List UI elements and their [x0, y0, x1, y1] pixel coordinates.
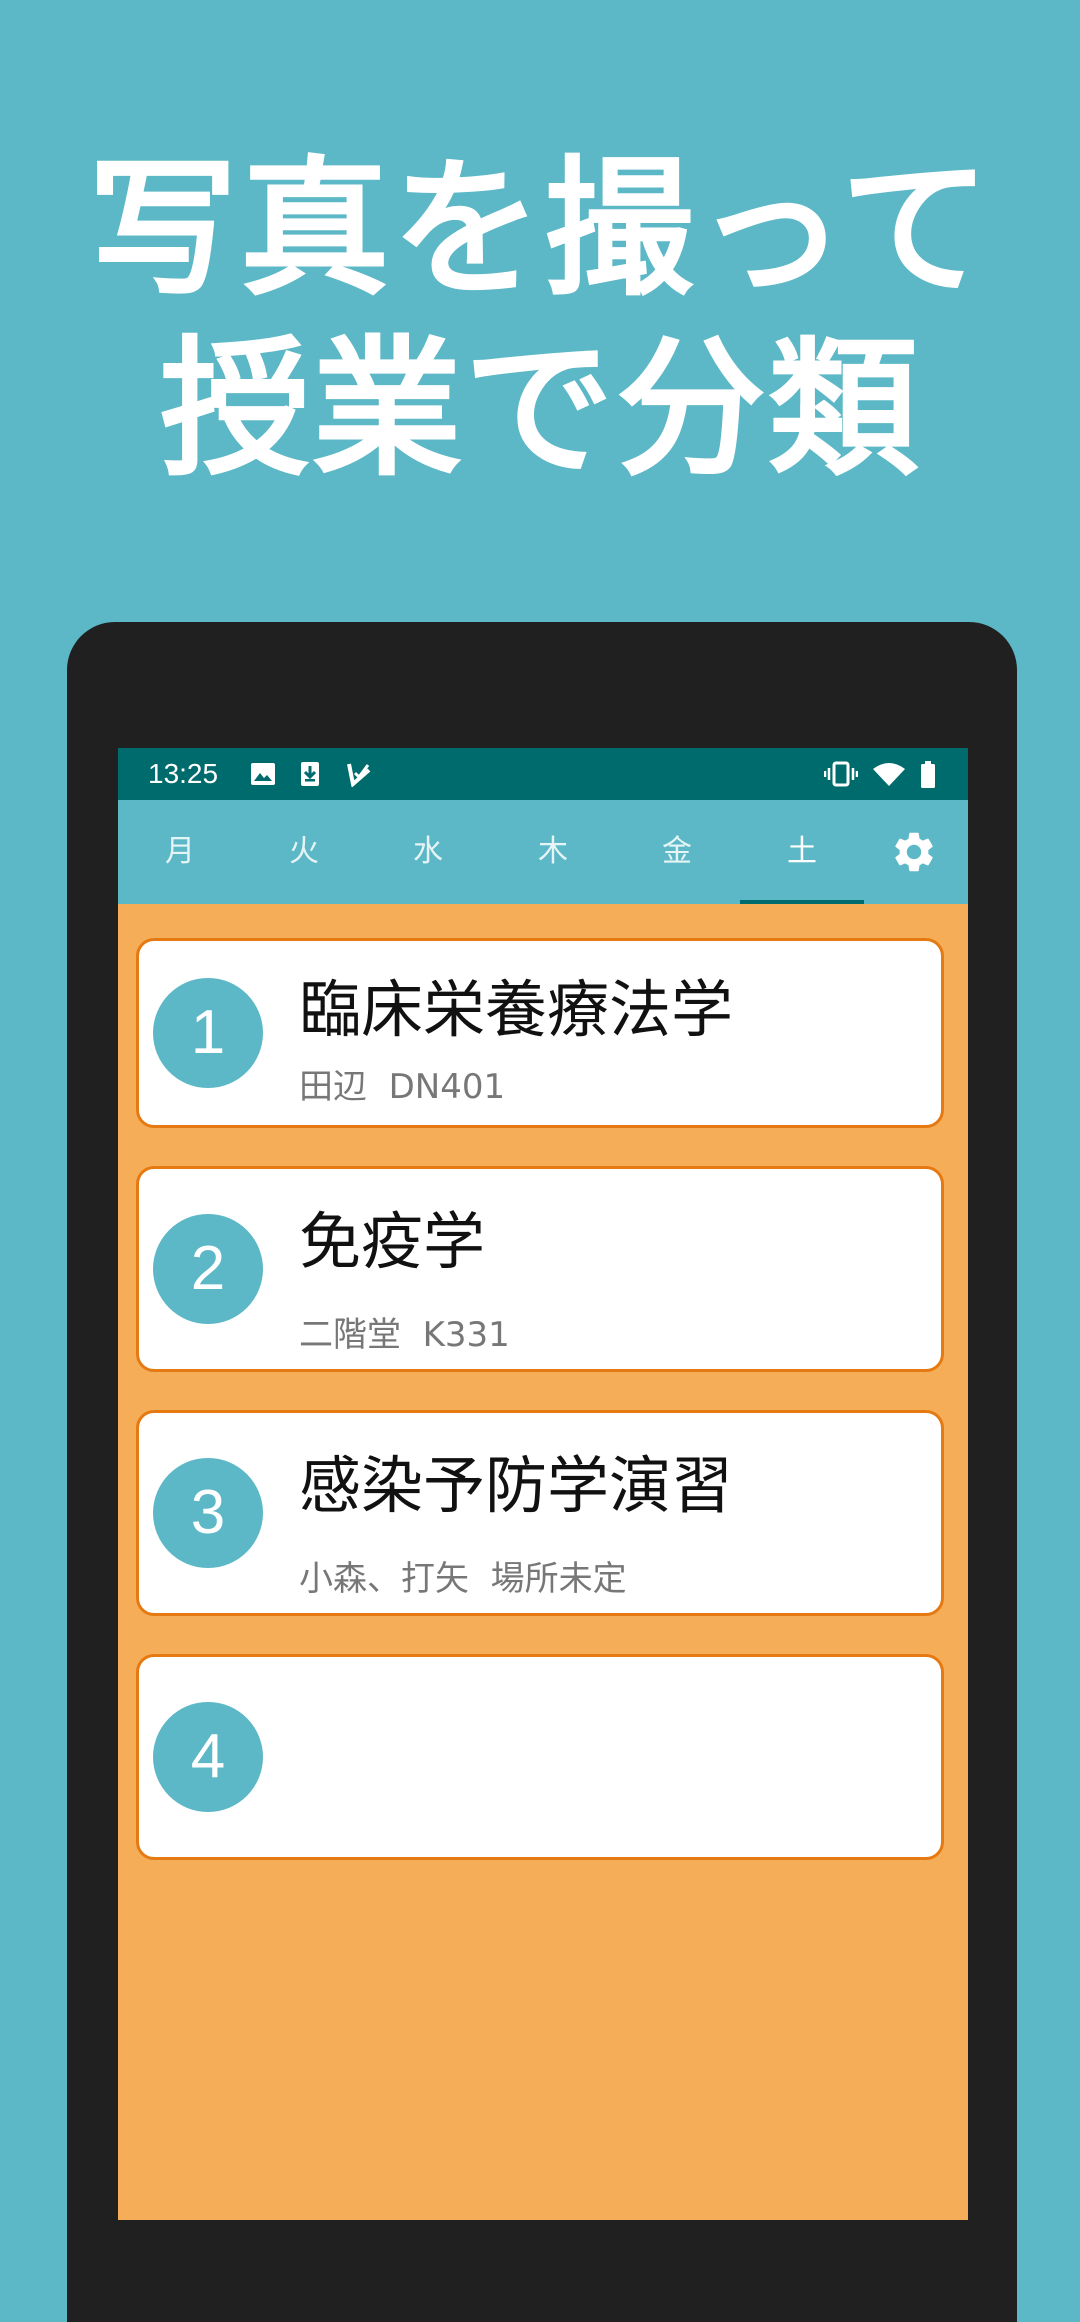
period-badge: 2	[153, 1214, 263, 1324]
check-icon	[346, 761, 372, 791]
course-title: 免疫学	[299, 1205, 486, 1278]
course-room: 場所未定	[490, 1559, 627, 1599]
period-badge: 4	[153, 1702, 263, 1812]
image-icon	[250, 761, 276, 791]
course-card-1[interactable]: 1 臨床栄養療法学 田辺 DN401	[136, 938, 944, 1128]
course-teacher: 二階堂	[299, 1315, 401, 1355]
wifi-icon	[872, 761, 906, 791]
battery-icon	[920, 761, 936, 793]
weekday-tabs: 月 火 水 木 金 土	[118, 800, 968, 904]
tab-wednesday[interactable]: 水	[366, 800, 490, 904]
course-title: 臨床栄養療法学	[299, 973, 734, 1046]
period-badge: 3	[153, 1458, 263, 1568]
app-screen: 13:25 月 火 水 木 金 土 1 臨床栄養療法学 田辺 DN401 2 免…	[118, 748, 968, 2220]
tab-indicator	[740, 900, 864, 904]
course-details: 田辺 DN401	[299, 1059, 505, 1108]
tab-friday[interactable]: 金	[615, 800, 739, 904]
course-room: DN401	[388, 1067, 506, 1107]
course-card-3[interactable]: 3 感染予防学演習 小森、打矢 場所未定	[136, 1410, 944, 1616]
gear-icon	[895, 832, 933, 872]
headline-line-2: 授業で分類	[159, 323, 920, 497]
course-teacher: 小森、打矢	[299, 1559, 469, 1599]
course-details: 小森、打矢 場所未定	[299, 1551, 627, 1600]
status-bar: 13:25	[118, 748, 968, 800]
headline-line-1: 写真を撮って	[87, 143, 993, 317]
tab-monday[interactable]: 月	[118, 800, 242, 904]
course-title: 感染予防学演習	[299, 1449, 734, 1522]
course-details	[299, 1795, 321, 1835]
tab-saturday[interactable]: 土	[740, 800, 864, 904]
tab-thursday[interactable]: 木	[491, 800, 615, 904]
promo-headline: 写真を撮って 授業で分類	[0, 140, 1080, 500]
vibrate-icon	[823, 761, 859, 791]
course-room: K331	[422, 1315, 510, 1355]
status-time: 13:25	[148, 758, 219, 789]
course-card-2[interactable]: 2 免疫学 二階堂 K331	[136, 1166, 944, 1372]
course-details: 二階堂 K331	[299, 1307, 510, 1356]
settings-button[interactable]	[874, 800, 954, 904]
period-badge: 1	[153, 978, 263, 1088]
download-icon	[300, 761, 320, 791]
course-card-4[interactable]: 4	[136, 1654, 944, 1860]
tab-tuesday[interactable]: 火	[242, 800, 366, 904]
course-teacher: 田辺	[299, 1067, 367, 1107]
